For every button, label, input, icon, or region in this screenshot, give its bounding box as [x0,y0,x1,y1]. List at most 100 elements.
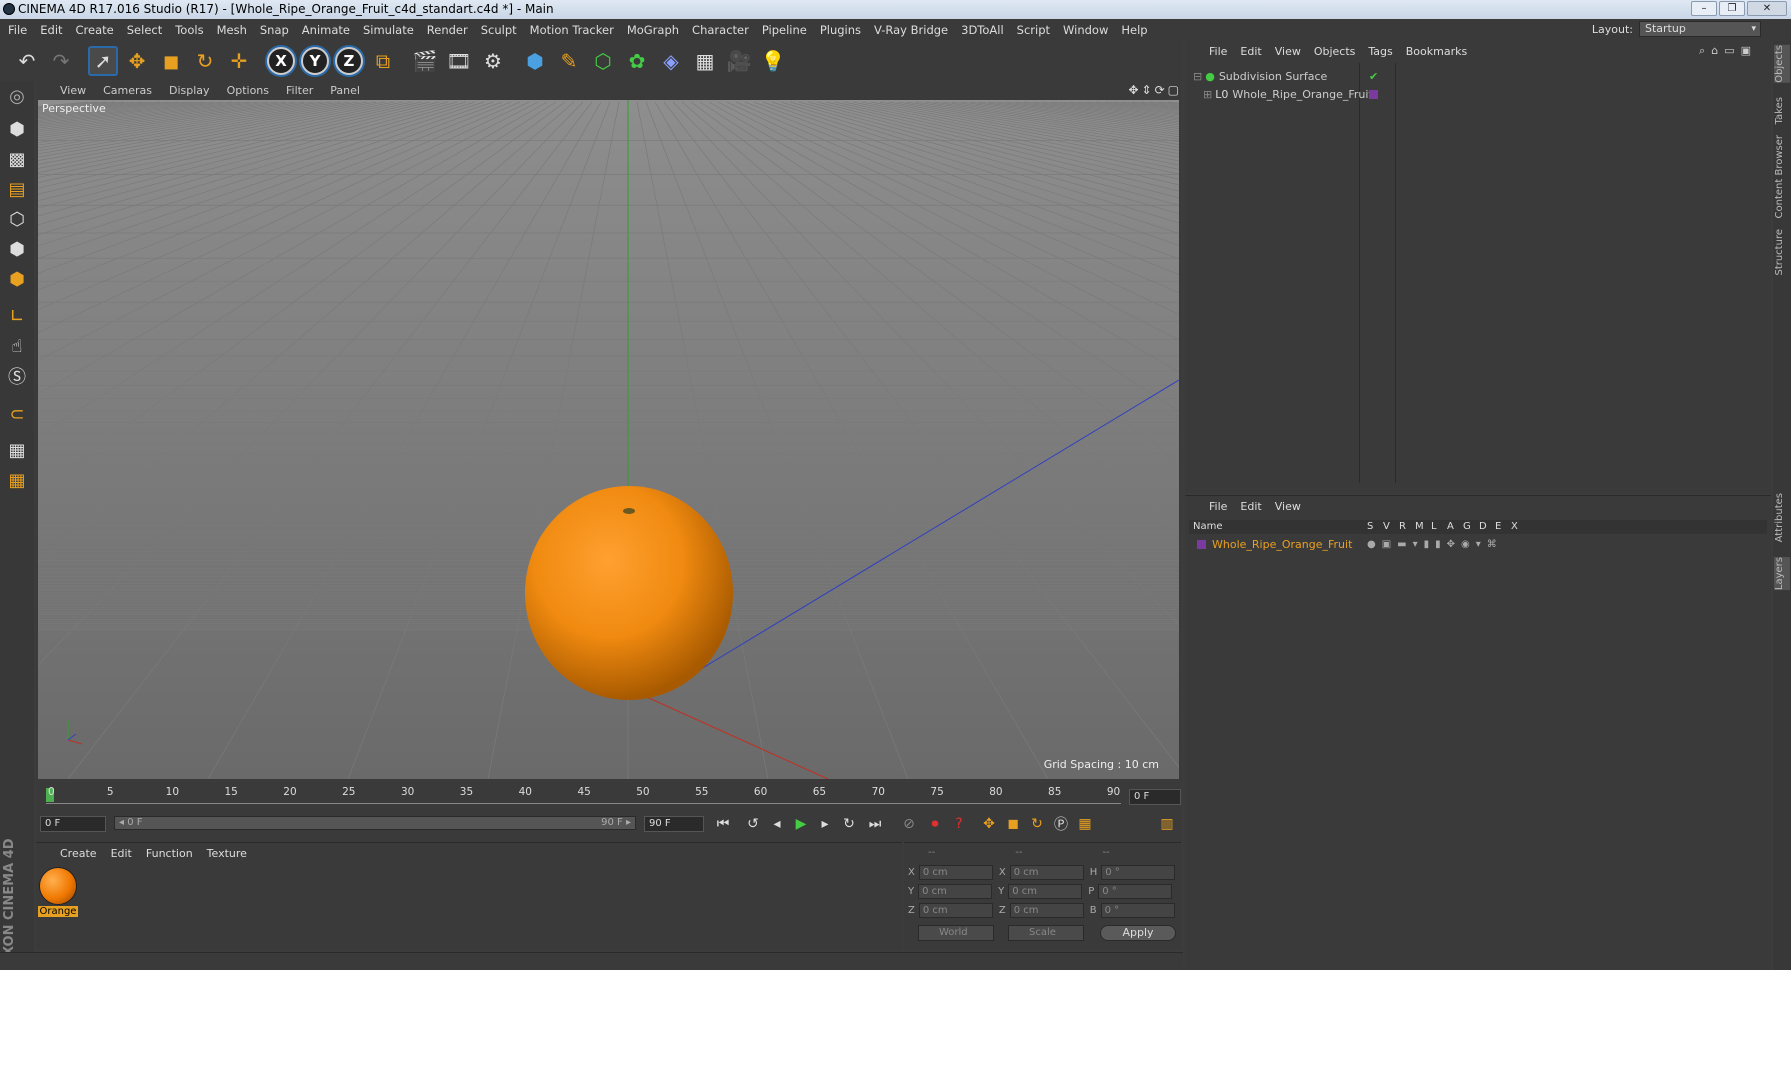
viewport-menu-display[interactable]: Display [169,84,210,97]
start-frame-field[interactable]: 0 F [40,816,106,832]
menu-sculpt[interactable]: Sculpt [481,23,517,37]
rotation-b-field[interactable]: 0 ° [1100,903,1175,918]
apply-button[interactable]: Apply [1100,925,1176,941]
key-parameter-icon[interactable]: Ⓟ [1050,813,1072,835]
tab-objects[interactable]: Objects [1774,45,1790,83]
tab-attributes[interactable]: Attributes [1774,493,1790,542]
keyframe-selection-icon[interactable]: ? [948,813,970,835]
menu-edit[interactable]: Edit [40,23,62,37]
tab-takes[interactable]: Takes [1774,97,1790,124]
cube-icon[interactable]: ⬢ [520,46,550,76]
viewport-menu-panel[interactable]: Panel [330,84,360,97]
menu-motion-tracker[interactable]: Motion Tracker [530,23,614,37]
lm-menu-view[interactable]: View [1275,500,1301,513]
snap-icon[interactable]: Ⓢ [2,361,32,391]
live-selection-icon[interactable]: ➚ [88,46,118,76]
next-frame-icon[interactable]: ▸ [814,813,836,835]
render-view-icon[interactable]: 🎬 [410,46,440,76]
menu-mesh[interactable]: Mesh [217,23,247,37]
material-menu-create[interactable]: Create [60,847,97,860]
om-menu-tags[interactable]: Tags [1368,45,1392,58]
subdivision-icon[interactable]: ⬡ [588,46,618,76]
key-pla-icon[interactable]: ▦ [1074,813,1096,835]
layer-flag-icons[interactable]: ●▣▬▾▮▮✥◉▾⌘ [1367,539,1503,550]
deformer-icon[interactable]: ◈ [656,46,686,76]
viewport-menu-view[interactable]: View [60,84,86,97]
render-settings-icon[interactable]: ⚙ [478,46,508,76]
lm-menu-edit[interactable]: Edit [1240,500,1261,513]
pen-spline-icon[interactable]: ✎ [554,46,584,76]
go-to-start-icon[interactable]: ⏮ [712,813,734,835]
om-menu-view[interactable]: View [1275,45,1301,58]
render-picture-viewer-icon[interactable]: 🎞 [444,46,474,76]
next-key-icon[interactable]: ↻ [838,813,860,835]
material-swatch-orange[interactable]: Orange [38,867,78,921]
z-axis-lock-button[interactable]: Z [335,47,363,75]
redo-icon[interactable]: ↷ [46,46,76,76]
coordinate-system-icon[interactable]: ⧉ [368,46,398,76]
viewport-menu-options[interactable]: Options [227,84,269,97]
material-menu-texture[interactable]: Texture [207,847,247,860]
workplane-icon[interactable]: ▤ [2,174,32,204]
make-editable-icon[interactable]: ◎ [2,81,32,111]
viewport-menu-cameras[interactable]: Cameras [103,84,152,97]
tweak-icon[interactable]: ☝ [2,331,32,361]
om-menu-edit[interactable]: Edit [1240,45,1261,58]
lm-menu-file[interactable]: File [1209,500,1227,513]
menu-simulate[interactable]: Simulate [363,23,414,37]
panel-options-icon[interactable]: ▣ [1741,44,1751,58]
minimize-button[interactable]: – [1691,1,1717,16]
magnet-icon[interactable]: ⊂ [2,399,32,429]
grid-snap-icon[interactable]: ▦ [2,465,32,495]
scale-icon[interactable]: ◼ [156,46,186,76]
visibility-check-icon[interactable]: ✔ [1369,70,1378,83]
om-menu-bookmarks[interactable]: Bookmarks [1406,45,1467,58]
tab-layers[interactable]: Layers [1774,557,1790,591]
cloner-icon[interactable]: ✿ [622,46,652,76]
size-z-field[interactable]: 0 cm [1009,903,1084,918]
previous-frame-icon[interactable]: ◂ [766,813,788,835]
orange-model[interactable] [525,486,733,700]
position-y-field[interactable]: 0 cm [918,884,993,899]
material-menu-edit[interactable]: Edit [111,847,132,860]
key-position-icon[interactable]: ✥ [978,813,1000,835]
go-to-end-icon[interactable]: ⏭ [864,813,886,835]
autokey-icon[interactable]: ⏺ [924,813,946,835]
record-keys-off-icon[interactable]: ⊘ [898,813,920,835]
move-icon[interactable]: ✥ [122,46,152,76]
layer-row[interactable]: Whole_Ripe_Orange_Fruit ●▣▬▾▮▮✥◉▾⌘ [1197,536,1497,552]
viewport-menu-filter[interactable]: Filter [286,84,313,97]
size-x-field[interactable]: 0 cm [1009,865,1084,880]
collapse-icon[interactable]: ▭ [1724,44,1734,58]
pan-icon[interactable]: ✥ [1128,83,1138,97]
close-button[interactable]: ✕ [1747,1,1787,16]
rotation-h-field[interactable]: 0 ° [1101,865,1176,880]
menu-select[interactable]: Select [127,23,162,37]
search-icon[interactable]: ⌕ [1699,44,1705,58]
menu-3dtoall[interactable]: 3DToAll [961,23,1004,37]
menu-tools[interactable]: Tools [175,23,203,37]
tab-structure[interactable]: Structure [1774,229,1790,276]
menu-create[interactable]: Create [76,23,114,37]
camera-icon[interactable]: 🎥 [724,46,754,76]
menu-vray-bridge[interactable]: V-Ray Bridge [874,23,948,37]
position-x-field[interactable]: 0 cm [918,865,993,880]
transform-icon[interactable]: ✛ [224,46,254,76]
menu-plugins[interactable]: Plugins [820,23,861,37]
undo-icon[interactable]: ↶ [12,46,42,76]
position-z-field[interactable]: 0 cm [918,903,993,918]
current-frame-field[interactable]: 0 F [1129,789,1181,805]
timeline-ruler[interactable]: 0 5 10 15 20 25 30 35 40 45 50 55 60 65 70 75 80 85 90 [46,786,1121,804]
home-icon[interactable]: ⌂ [1711,44,1718,58]
axis-mode-icon[interactable]: ∟ [2,301,32,331]
object-row-subdivision-surface[interactable]: ⊟ ● Subdivision Surface ✔ [1193,68,1378,84]
model-mode-icon[interactable]: ⬢ [2,114,32,144]
menu-pipeline[interactable]: Pipeline [762,23,807,37]
menu-animate[interactable]: Animate [302,23,350,37]
coordinate-space-dropdown[interactable]: World [918,925,994,941]
key-rotation-icon[interactable]: ↻ [1026,813,1048,835]
layer-color-swatch[interactable] [1197,539,1206,549]
rotation-p-field[interactable]: 0 ° [1098,884,1173,899]
menu-snap[interactable]: Snap [260,23,289,37]
expand-icon[interactable]: ⊞ [1203,88,1212,101]
